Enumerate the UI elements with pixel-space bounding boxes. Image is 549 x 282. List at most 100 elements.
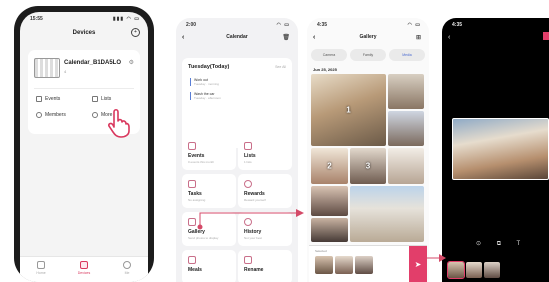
tile-sub: Reward yourself — [244, 198, 266, 202]
tab-label: Me — [124, 271, 130, 275]
tap-hand-icon — [108, 108, 130, 138]
tile-tasks[interactable]: Tasks No assigning — [182, 174, 236, 208]
selected-label: Selected — [315, 249, 327, 253]
tab-devices[interactable]: Devices — [69, 261, 99, 275]
photo-thumb[interactable]: 1 — [311, 74, 386, 146]
date-header: Jun 25, 2025 — [313, 67, 337, 72]
flow-arrow-icon — [197, 209, 304, 230]
device-name: Calendar_B1DA5LO — [64, 60, 122, 66]
status-badge — [543, 32, 549, 40]
tile-sub: Not your best — [244, 236, 262, 240]
flow-arrow-icon — [425, 254, 446, 262]
signal-icon: ◠ ▭ — [276, 22, 290, 28]
event-item[interactable]: Work out Tuesday · morning — [190, 78, 219, 86]
device-sub: 4 — [64, 69, 67, 74]
photo-thumb[interactable]: 2 — [311, 148, 348, 184]
photo-thumb[interactable] — [388, 111, 424, 146]
profile-icon — [123, 261, 131, 269]
tab-bar: Home Devices Me — [20, 256, 148, 282]
selected-thumb[interactable] — [315, 256, 333, 274]
tile-meals[interactable]: Meals — [182, 250, 236, 282]
status-bar: 4:35 — [442, 18, 549, 32]
home-icon — [37, 261, 45, 269]
calendar-icon — [36, 96, 42, 102]
photo-thumb[interactable] — [311, 218, 348, 242]
trash-icon[interactable]: 🗑 — [282, 34, 290, 41]
add-device-icon[interactable]: + — [131, 28, 140, 37]
option-label: Lists — [101, 96, 112, 102]
meals-icon — [188, 256, 196, 264]
grid-icon[interactable]: ⊞ — [416, 34, 421, 41]
tasks-icon — [188, 180, 196, 188]
send-icon: ➤ — [414, 260, 422, 269]
page-title: Calendar — [226, 34, 248, 40]
event-item[interactable]: Wash the car Tuesday · afternoon — [190, 92, 221, 100]
status-time: 4:35 — [452, 22, 463, 28]
filmstrip-thumb[interactable] — [466, 262, 482, 278]
back-icon[interactable]: ‹ — [313, 34, 315, 41]
list-icon — [92, 96, 98, 102]
back-icon[interactable]: ‹ — [448, 34, 450, 41]
page-title: Devices — [72, 30, 96, 36]
filter-camera[interactable]: Camera — [311, 49, 347, 61]
selected-thumb[interactable] — [355, 256, 373, 274]
photo-thumb[interactable]: 3 — [350, 148, 386, 184]
filmstrip-thumb[interactable] — [447, 261, 465, 279]
tile-sub: No assigning — [188, 198, 206, 202]
filter-family[interactable]: Family — [350, 49, 386, 61]
list-icon — [244, 142, 252, 150]
photo-thumb[interactable] — [388, 74, 424, 109]
selection-number: 1 — [346, 105, 351, 115]
gallery-phone: 4:35 ◠ ▭ ‹ Gallery ⊞ Camera Family Media… — [307, 18, 429, 282]
editor-controls[interactable]: ⊙ ⧉ T — [476, 240, 527, 248]
photo-thumb[interactable] — [388, 148, 424, 184]
members-icon — [36, 112, 42, 118]
selection-tray: Selected ➤ — [309, 245, 427, 282]
settings-icon[interactable]: ⚙ — [129, 59, 134, 66]
photo-preview[interactable] — [452, 118, 549, 180]
tile-events[interactable]: Events 0 events this month — [182, 136, 236, 170]
signal-icon: ◠ ▭ — [407, 22, 421, 28]
tile-sub: 0 events this month — [188, 160, 215, 164]
option-label: Members — [45, 112, 66, 118]
divider — [34, 88, 134, 89]
page-title: Gallery — [359, 34, 377, 40]
tab-label: Home — [36, 271, 46, 275]
edit-icon — [244, 256, 252, 264]
devices-screen: 15:55 ▮▮▮ ◠ ▭ Devices + Calendar_B1DA5LO… — [20, 12, 148, 282]
status-bar: 15:55 ▮▮▮ ◠ ▭ — [20, 12, 148, 26]
calendar-phone: 2:00 ◠ ▭ ‹ Calendar 🗑 Tuesday(Today) See… — [176, 18, 298, 282]
gallery-icon — [188, 218, 196, 226]
nav-bar: ‹ Gallery ⊞ — [307, 34, 429, 46]
tile-lists[interactable]: Lists 1 lists — [238, 136, 292, 170]
send-button[interactable]: ➤ — [409, 246, 427, 282]
back-icon[interactable]: ‹ — [182, 34, 184, 41]
filter-media[interactable]: Media — [389, 49, 425, 61]
tab-home[interactable]: Home — [26, 261, 56, 275]
today-heading: Tuesday(Today) — [188, 64, 230, 70]
option-label: Events — [45, 96, 61, 102]
status-time: 15:55 — [30, 16, 43, 22]
nav-bar: ‹ Calendar 🗑 — [176, 34, 298, 46]
tile-label: Events — [188, 153, 205, 159]
tile-rename[interactable]: Rename — [238, 250, 292, 282]
status-time: 2:00 — [186, 22, 197, 28]
photo-thumb[interactable] — [311, 186, 348, 216]
tile-label: Meals — [188, 267, 202, 273]
signal-icon: ▮▮▮ ◠ ▭ — [112, 16, 140, 22]
selection-number: 2 — [327, 161, 332, 171]
option-events[interactable]: Events — [36, 96, 60, 102]
photo-thumb[interactable] — [350, 186, 424, 242]
devices-phone: 15:55 ▮▮▮ ◠ ▭ Devices + Calendar_B1DA5LO… — [14, 6, 154, 282]
selected-thumb[interactable] — [335, 256, 353, 274]
tile-sub: Send photos to display — [188, 236, 219, 240]
filmstrip-thumb[interactable] — [484, 262, 500, 278]
option-members[interactable]: Members — [36, 112, 66, 118]
devices-icon — [80, 261, 88, 269]
option-lists[interactable]: Lists — [92, 96, 111, 102]
tile-rewards[interactable]: Rewards Reward yourself — [238, 174, 292, 208]
tab-me[interactable]: Me — [112, 261, 142, 275]
see-all-link[interactable]: See All — [275, 65, 286, 69]
rewards-icon — [244, 180, 252, 188]
selection-number: 3 — [365, 161, 371, 171]
